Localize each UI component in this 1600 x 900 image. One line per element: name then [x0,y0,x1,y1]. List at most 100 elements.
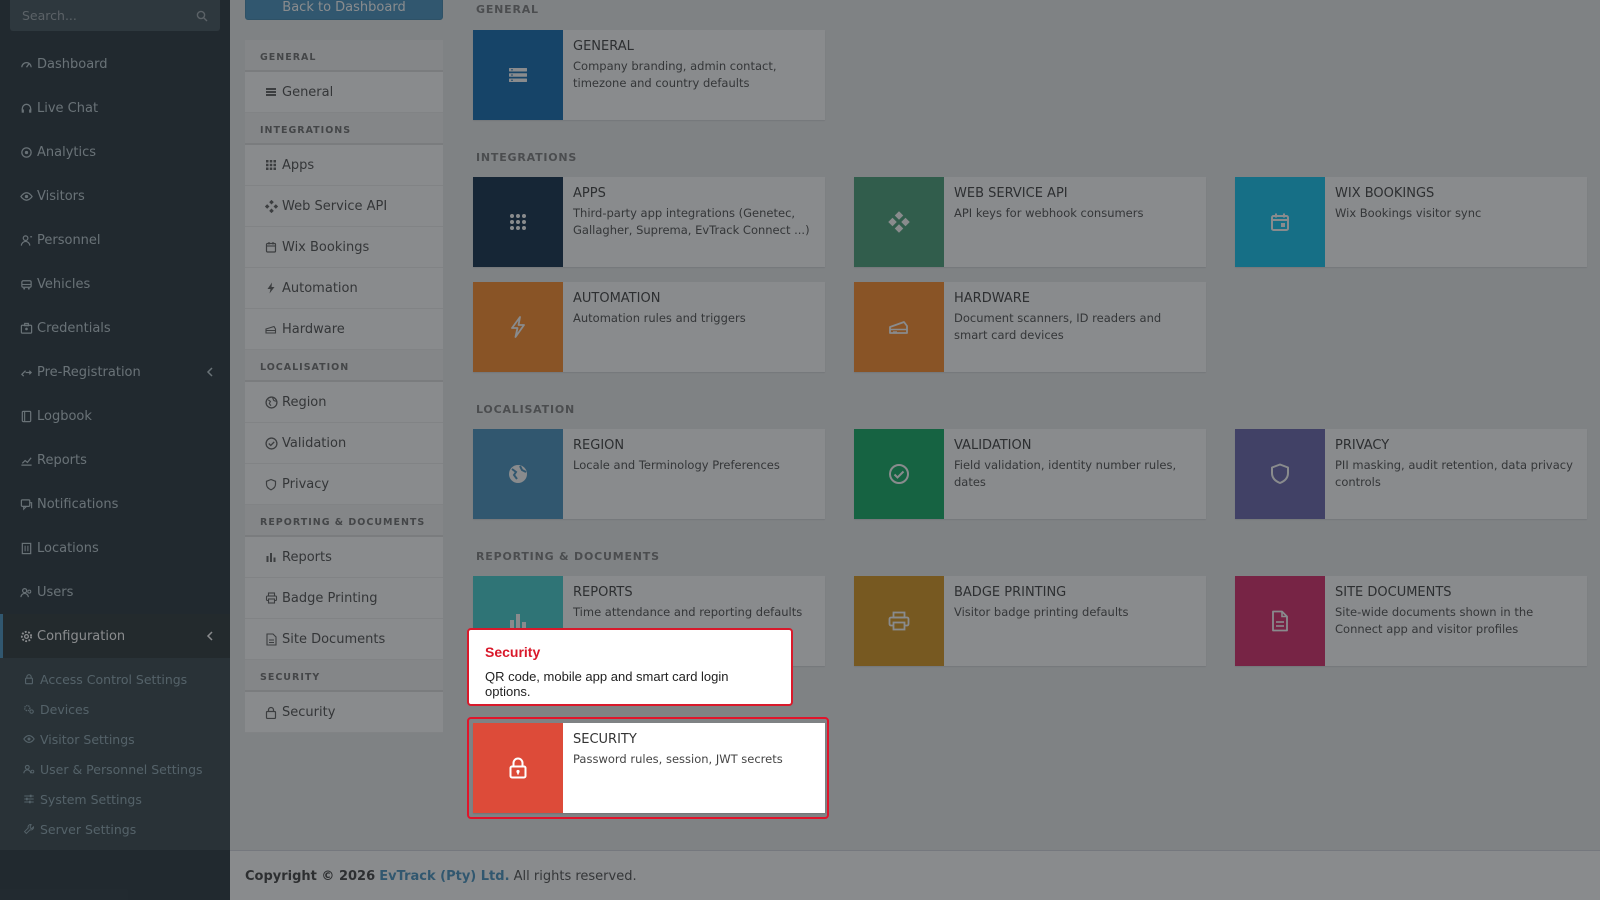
sidebar-item-label: Pre-Registration [37,364,141,380]
tile-icon-box [854,177,944,267]
grid-icon [509,213,527,231]
tile-site-documents[interactable]: SITE DOCUMENTS Site-wide documents shown… [1235,576,1587,666]
network-icon [888,211,910,233]
sidebar-item-analytics[interactable]: Analytics [0,130,230,174]
menu-item-label: Region [282,394,327,410]
tooltip-description: QR code, mobile app and smart card login… [485,669,729,699]
sidebar-item-visitors[interactable]: Visitors [0,174,230,218]
sidebar-item-logbook[interactable]: Logbook [0,394,230,438]
chevron-left-icon[interactable] [204,366,216,378]
shield-icon [264,477,278,491]
eye-icon [22,732,36,746]
tooltip-title: Security [485,644,541,660]
menu-item-general[interactable]: General [245,72,443,113]
chat-icon [19,497,33,511]
shield-icon [1270,463,1290,485]
sidebar-item-label: Users [37,584,74,600]
tile-description: API keys for webhook consumers [954,206,1144,220]
check-circle-icon [888,463,910,485]
tile-description: Company branding, admin contact, timezon… [573,59,777,90]
sidebar-item-reports[interactable]: Reports [0,438,230,482]
tile-title: AUTOMATION [573,291,661,306]
sidebar-item-locations[interactable]: Locations [0,526,230,570]
tour-tooltip: Security QR code, mobile app and smart c… [467,628,793,706]
tile-privacy[interactable]: PRIVACY PII masking, audit retention, da… [1235,429,1587,519]
rights-text: All rights reserved. [513,869,637,884]
sidebar-search [10,0,220,31]
tile-icon-box [1235,576,1325,666]
section-title-reporting: REPORTING & DOCUMENTS [476,550,660,563]
sidebar-item-label: Logbook [37,408,92,424]
globe-icon [264,395,278,409]
menu-item-security[interactable]: Security [245,692,443,733]
sidebar-item-notifications[interactable]: Notifications [0,482,230,526]
tile-description: Locale and Terminology Preferences [573,458,780,472]
sidebar-subitem-system-settings[interactable]: System Settings [0,784,230,814]
menu-item-site-documents[interactable]: Site Documents [245,619,443,660]
company-link[interactable]: EvTrack (Pty) Ltd. [379,869,509,884]
gears-icon [22,702,36,716]
globe-icon [507,463,529,485]
sidebar-subitem-label: Server Settings [40,821,137,837]
menu-section-reporting: REPORTING & DOCUMENTS [245,505,443,537]
menu-item-privacy[interactable]: Privacy [245,464,443,505]
tile-icon-box [1235,177,1325,267]
menu-item-apps[interactable]: Apps [245,145,443,186]
tile-apps[interactable]: APPS Third-party app integrations (Genet… [473,177,825,267]
search-input[interactable] [22,8,182,23]
sidebar-subitem-access-control[interactable]: Access Control Settings [0,664,230,694]
sidebar-item-credentials[interactable]: Credentials [0,306,230,350]
tile-icon-box [854,576,944,666]
tile-icon-box [854,282,944,372]
sidebar-item-dashboard[interactable]: Dashboard [0,42,230,86]
back-to-dashboard-button[interactable]: Back to Dashboard [245,0,443,20]
menu-item-validation[interactable]: Validation [245,423,443,464]
sidebar-item-pre-registration[interactable]: Pre-Registration [0,350,230,394]
tile-description: PII masking, audit retention, data priva… [1335,458,1573,489]
sidebar-nav: Dashboard Live Chat Analytics Visitors P… [0,42,230,850]
menu-item-hardware[interactable]: Hardware [245,309,443,350]
menu-item-reports[interactable]: Reports [245,537,443,578]
document-icon [264,632,278,646]
sidebar-item-label: Locations [37,540,99,556]
sidebar-item-label: Configuration [37,628,126,644]
menu-item-badge-printing[interactable]: Badge Printing [245,578,443,619]
menu-item-label: Reports [282,549,332,565]
tile-web-service-api[interactable]: WEB SERVICE API API keys for webhook con… [854,177,1206,267]
sidebar-subitem-devices[interactable]: Devices [0,694,230,724]
tile-description: Automation rules and triggers [573,311,746,325]
tile-hardware[interactable]: HARDWARE Document scanners, ID readers a… [854,282,1206,372]
tile-automation[interactable]: AUTOMATION Automation rules and triggers [473,282,825,372]
menu-section-integrations: INTEGRATIONS [245,113,443,145]
tile-region[interactable]: REGION Locale and Terminology Preference… [473,429,825,519]
menu-item-automation[interactable]: Automation [245,268,443,309]
sidebar-item-users[interactable]: Users [0,570,230,614]
sidebar-item-vehicles[interactable]: Vehicles [0,262,230,306]
menu-item-wix-bookings[interactable]: Wix Bookings [245,227,443,268]
sidebar-subitem-server-settings[interactable]: Server Settings [0,814,230,844]
sidebar-item-live-chat[interactable]: Live Chat [0,86,230,130]
sidebar-subitem-user-personnel[interactable]: User & Personnel Settings [0,754,230,784]
copyright-text: Copyright © 2026 [245,869,376,884]
sidebar-item-label: Visitors [37,188,85,204]
bus-icon [19,277,33,291]
menu-item-region[interactable]: Region [245,382,443,423]
grid-icon [264,158,278,172]
building-icon [19,541,33,555]
menu-item-web-service-api[interactable]: Web Service API [245,186,443,227]
sidebar-subitem-visitor-settings[interactable]: Visitor Settings [0,724,230,754]
sidebar-item-personnel[interactable]: Personnel [0,218,230,262]
tile-wix-bookings[interactable]: WIX BOOKINGS Wix Bookings visitor sync [1235,177,1587,267]
tile-title: REPORTS [573,585,633,600]
sidebar-item-label: Analytics [37,144,97,160]
tile-validation[interactable]: VALIDATION Field validation, identity nu… [854,429,1206,519]
chevron-left-icon[interactable] [204,630,216,642]
menu-item-label: Validation [282,435,347,451]
tile-title: WEB SERVICE API [954,186,1068,201]
tile-badge-printing[interactable]: BADGE PRINTING Visitor badge printing de… [854,576,1206,666]
tile-general[interactable]: GENERAL Company branding, admin contact,… [473,30,825,120]
sidebar-item-configuration[interactable]: Configuration [0,614,230,658]
wrench-icon [22,822,36,836]
search-icon[interactable] [196,10,208,22]
page-footer: Copyright © 2026 EvTrack (Pty) Ltd. All … [230,850,1600,900]
